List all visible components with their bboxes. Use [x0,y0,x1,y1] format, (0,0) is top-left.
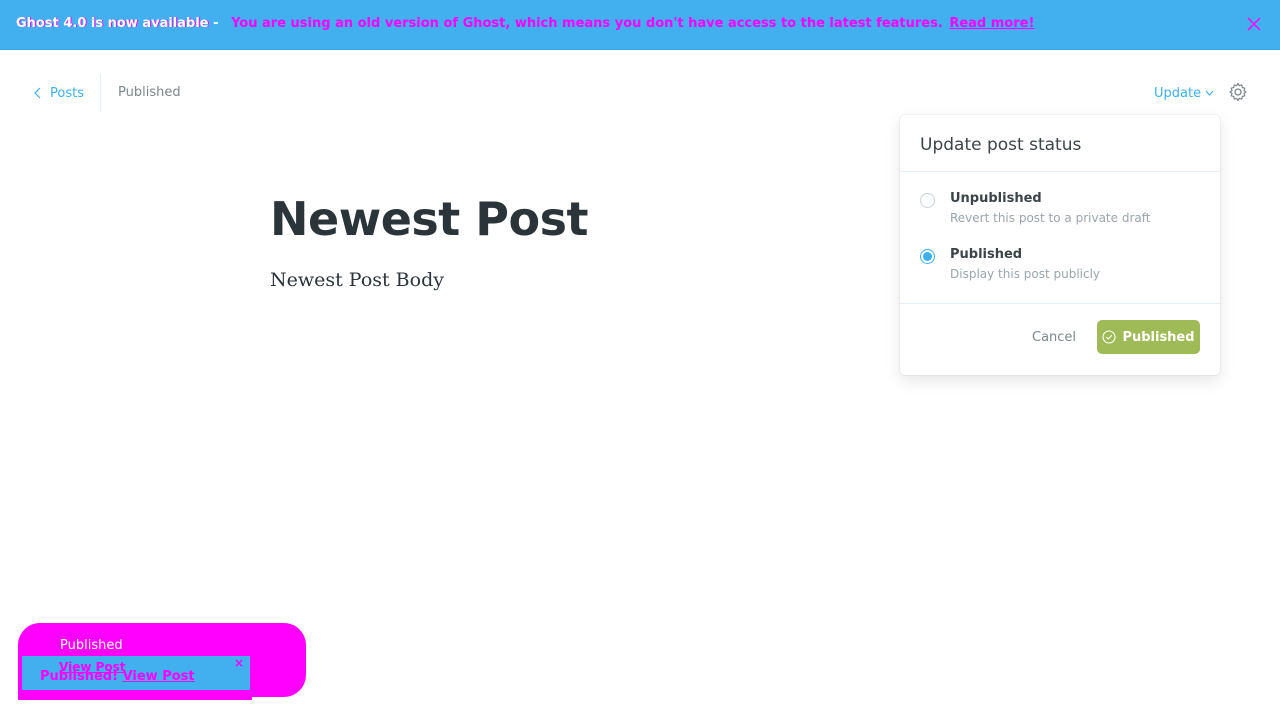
unpublished-radio[interactable] [920,193,935,208]
post-body[interactable]: Newest Post Body [270,269,444,291]
publish-menu-title: Update post status [920,135,1082,155]
gear-icon [1229,82,1247,102]
divider [900,303,1220,304]
notification-prefix: Published! [40,669,119,684]
banner-title: Ghost 4.0 is now available [16,16,209,31]
published-button[interactable]: Published [1097,320,1200,354]
banner-separator: - [208,16,224,31]
published-button-label: Published [1122,329,1195,345]
divider [900,171,1220,172]
published-radio[interactable] [920,249,935,264]
notification-message: Published! View Post [40,669,195,684]
unpublished-description: Revert this post to a private draft [950,211,1151,225]
banner-close-button[interactable] [1244,14,1264,34]
post-settings-button[interactable] [1228,82,1248,102]
view-post-link[interactable]: View Post [123,669,195,684]
published-label: Published [950,247,1023,262]
published-option[interactable]: Published Display this post publicly [920,247,1200,287]
post-title[interactable]: Newest Post [270,192,588,246]
back-to-posts-link[interactable]: Posts [34,82,84,104]
banner-message: You are using an old version of Ghost, w… [231,16,943,31]
chevron-left-icon [34,87,41,99]
check-circle-icon [1102,330,1116,344]
publish-menu: Update post status Unpublished Revert th… [900,115,1220,375]
back-link-label: Posts [50,85,84,101]
notification-title: Published [60,638,123,653]
header-divider [100,74,101,112]
banner-text: Ghost 4.0 is now available - You are usi… [16,16,1034,34]
upgrade-banner: Ghost 4.0 is now available - You are usi… [0,0,1280,50]
banner-read-more-link[interactable]: Read more! [949,16,1034,31]
published-description: Display this post publicly [950,267,1101,281]
close-icon [1247,17,1261,31]
unpublished-option[interactable]: Unpublished Revert this post to a privat… [920,191,1200,231]
unpublished-label: Unpublished [950,191,1042,206]
chevron-down-icon [1205,90,1214,96]
notification-close-button[interactable]: × [234,657,246,669]
cancel-button[interactable]: Cancel [1032,330,1076,345]
update-dropdown-button[interactable]: Update [1154,84,1214,102]
post-status-label: Published [118,85,181,100]
update-label: Update [1154,85,1202,101]
